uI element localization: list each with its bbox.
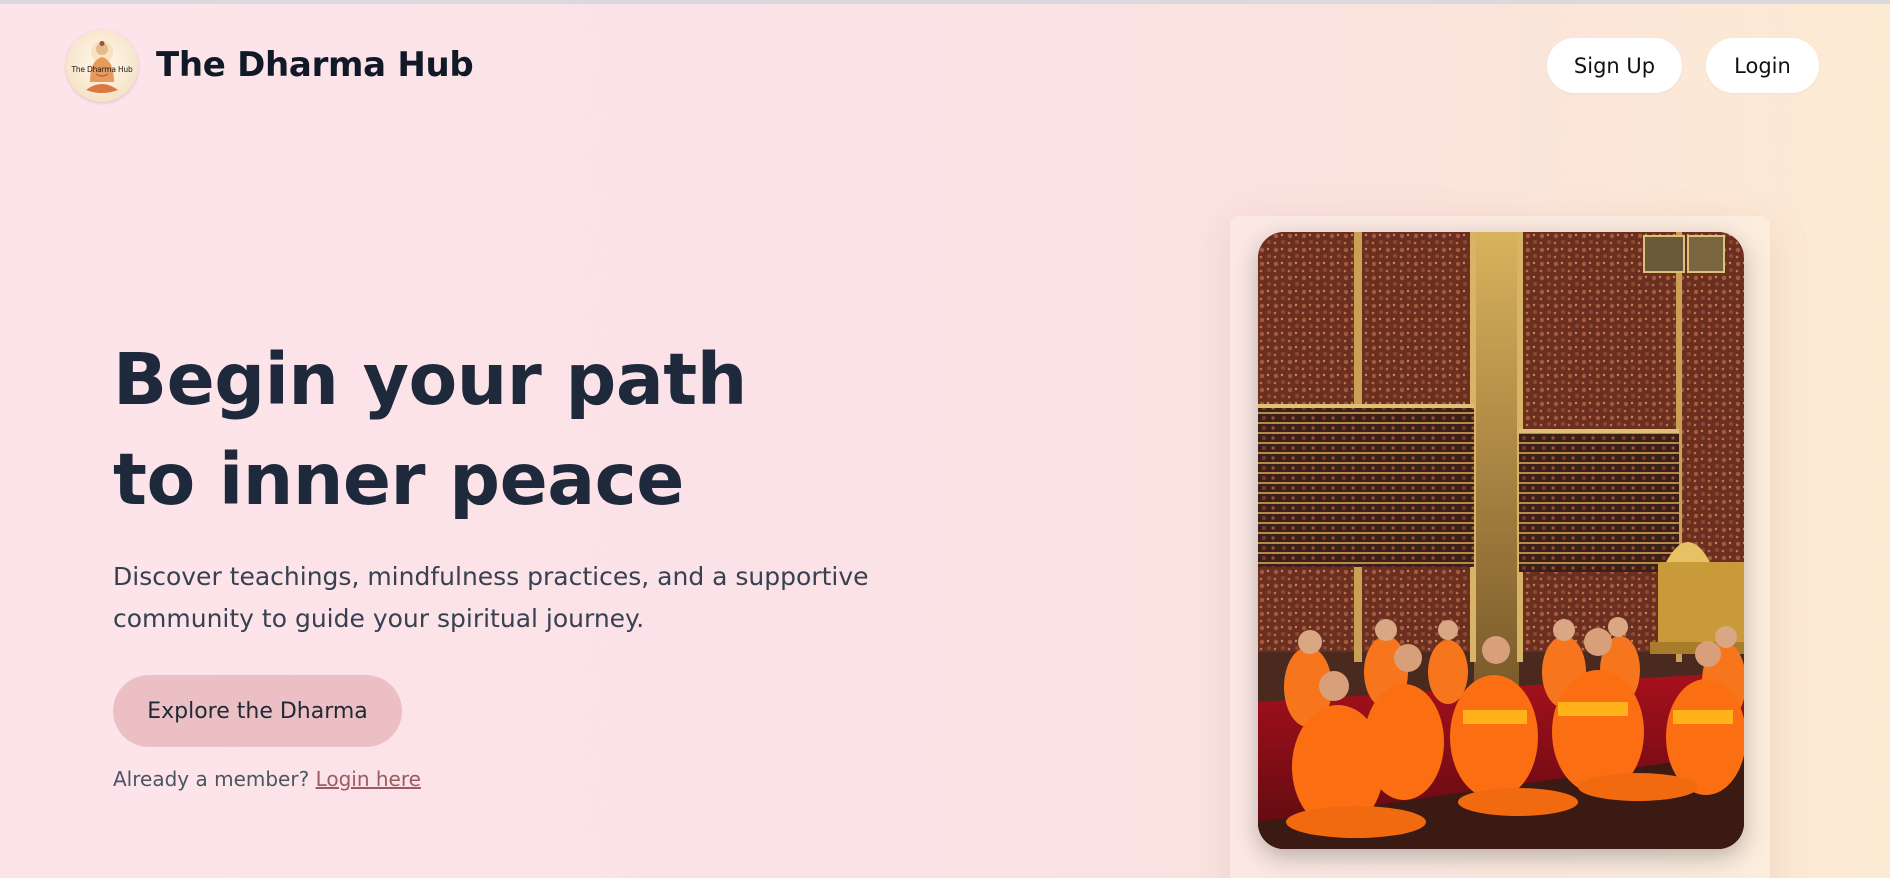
sign-up-button[interactable]: Sign Up bbox=[1547, 38, 1682, 93]
monks-in-temple-photo bbox=[1258, 232, 1744, 849]
login-button[interactable]: Login bbox=[1706, 38, 1819, 93]
hero-subtitle: Discover teachings, mindfulness practice… bbox=[113, 562, 869, 633]
temple-illustration bbox=[1258, 232, 1744, 849]
member-login-prompt: Already a member? Login here bbox=[113, 767, 421, 791]
browser-top-strip bbox=[0, 0, 1890, 4]
member-prompt-text: Already a member? bbox=[113, 767, 310, 791]
logo-text: The Dharma Hub bbox=[71, 65, 133, 74]
login-here-link[interactable]: Login here bbox=[316, 767, 421, 791]
hero-headline: Begin your path to inner peace bbox=[113, 330, 747, 530]
brand-name[interactable]: The Dharma Hub bbox=[156, 45, 474, 85]
logo[interactable]: The Dharma Hub bbox=[66, 30, 138, 102]
headline-line-1: Begin your path bbox=[113, 338, 747, 421]
headline-line-2: to inner peace bbox=[113, 438, 684, 521]
explore-dharma-button[interactable]: Explore the Dharma bbox=[113, 675, 402, 747]
